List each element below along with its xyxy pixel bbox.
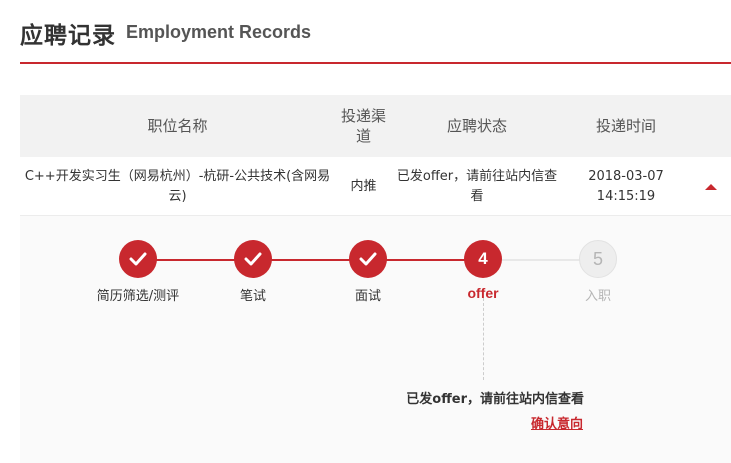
records-table: 职位名称 投递渠道 应聘状态 投递时间 C++开发实习生（网易杭州）-杭研-公共… <box>20 95 731 216</box>
chevron-up-icon[interactable] <box>704 183 717 190</box>
step-onboarding: 5 入职 <box>538 240 658 304</box>
cell-channel: 内推 <box>350 178 377 194</box>
check-icon <box>244 252 262 266</box>
cell-position: C++开发实习生（网易杭州）-杭研-公共技术(含网易云) <box>24 168 331 204</box>
step-written-test: 笔试 <box>193 240 313 304</box>
column-header-position: 职位名称 <box>147 117 208 135</box>
step-number: 5 <box>592 248 603 269</box>
check-icon <box>359 252 377 266</box>
column-header-time: 投递时间 <box>595 117 656 135</box>
page-header: 应聘记录 Employment Records <box>20 0 731 64</box>
step-circle: 4 <box>464 240 502 278</box>
page-subtitle: Employment Records <box>126 22 312 42</box>
record-detail-panel: 简历筛选/测评 笔试 面试 4 offer 5 入职 已发offer，请前往站内… <box>20 216 731 463</box>
cell-status: 已发offer，请前往站内信查看 <box>396 168 558 204</box>
column-header-status: 应聘状态 <box>446 117 507 135</box>
step-offer: 4 offer <box>423 240 543 301</box>
step-number: 4 <box>478 249 488 268</box>
status-message: 已发offer，请前往站内信查看 <box>406 392 584 407</box>
check-icon <box>129 252 147 266</box>
step-pointer-line <box>483 298 484 380</box>
step-label: 笔试 <box>239 289 266 304</box>
step-circle: 5 <box>579 240 617 278</box>
step-resume-screening: 简历筛选/测评 <box>78 240 198 304</box>
step-label: 简历筛选/测评 <box>96 289 180 304</box>
step-interview: 面试 <box>308 240 428 304</box>
step-circle <box>119 240 157 278</box>
progress-steps: 简历筛选/测评 笔试 面试 4 offer 5 入职 <box>20 240 731 310</box>
collapse-toggle[interactable] <box>690 157 731 216</box>
cell-time: 2018-03-07 14:15:19 <box>588 168 664 204</box>
page-title: 应聘记录 <box>20 23 116 49</box>
step-circle <box>349 240 387 278</box>
table-row[interactable]: C++开发实习生（网易杭州）-杭研-公共技术(含网易云) 内推 已发offer，… <box>20 157 731 216</box>
step-label: 面试 <box>354 289 381 304</box>
step-circle <box>234 240 272 278</box>
step-label: 入职 <box>584 289 611 304</box>
confirm-intent-link[interactable]: 确认意向 <box>531 413 583 432</box>
column-header-channel: 投递渠道 <box>340 107 386 145</box>
table-header: 职位名称 投递渠道 应聘状态 投递时间 <box>20 95 731 157</box>
